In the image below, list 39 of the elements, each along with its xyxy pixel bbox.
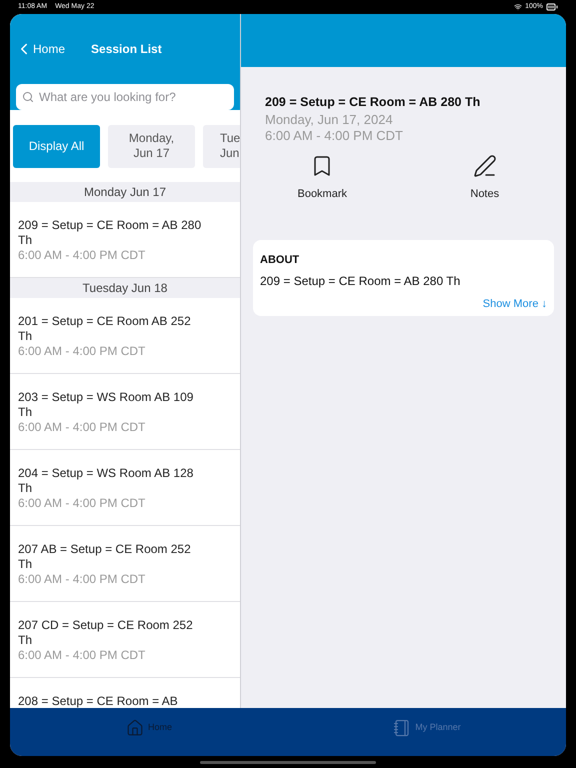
detail-title: 209 = Setup = CE Room = AB 280 Th [265,94,482,111]
notebook-icon [393,719,412,737]
session-item[interactable]: 201 = Setup = CE Room AB 252 Th 6:00 AM - 4:00 PM CDT [10,298,240,374]
home-icon [126,719,144,737]
search-input[interactable]: What are you looking for? [39,88,228,106]
section-header: Tuesday Jun 18 [10,278,240,298]
day-filter-tab[interactable]: Tue Jun [203,124,240,168]
session-title: 203 = Setup = WS Room AB 109 Th [18,390,194,420]
battery-icon [546,1,558,13]
search-icon [22,91,34,103]
action-button[interactable]: Notes [404,154,566,202]
search-field[interactable]: What are you looking for? [16,84,234,110]
session-item[interactable]: 207 CD = Setup = CE Room 252 Th 6:00 AM - 4:00 PM CDT [10,602,240,678]
session-title: 207 CD = Setup = CE Room 252 Th [18,618,194,648]
about-heading: ABOUT [260,253,300,268]
session-time: 6:00 AM - 4:00 PM CDT [18,648,146,663]
wifi-icon [514,3,522,11]
session-time: 6:00 AM - 4:00 PM CDT [18,248,146,263]
session-item[interactable]: 204 = Setup = WS Room AB 128 Th 6:00 AM - 4:00 PM CDT [10,450,240,526]
section-header: Monday Jun 17 [10,182,240,202]
session-title: 207 AB = Setup = CE Room 252 Th [18,542,192,572]
session-title: 208 = Setup = CE Room = AB [18,694,179,708]
session-title: 204 = Setup = WS Room AB 128 Th [18,466,194,496]
detail-time: 6:00 AM - 4:00 PM CDT [265,128,404,144]
about-text: 209 = Setup = CE Room = AB 280 Th [260,272,462,290]
nav-title: Session List [91,41,162,58]
pen-icon [472,154,497,178]
session-time: 6:00 AM - 4:00 PM CDT [18,344,146,359]
show-more-link[interactable]: Show More ↓ [482,296,547,312]
session-time: 6:00 AM - 4:00 PM CDT [18,496,146,511]
session-title: 209 = Setup = CE Room = AB 280 Th [18,218,202,248]
session-title: 201 = Setup = CE Room AB 252 Th [18,314,192,344]
session-time: 6:00 AM - 4:00 PM CDT [18,572,146,587]
session-item[interactable]: 207 AB = Setup = CE Room 252 Th 6:00 AM - 4:00 PM CDT [10,526,240,602]
session-item[interactable]: 203 = Setup = WS Room AB 109 Th 6:00 AM - 4:00 PM CDT [10,374,240,450]
session-time: 6:00 AM - 4:00 PM CDT [18,420,146,435]
day-filter-tab[interactable]: Monday, Jun 17 [108,124,195,168]
detail-date: Monday, Jun 17, 2024 [265,112,394,128]
action-button[interactable]: Bookmark [241,154,404,202]
